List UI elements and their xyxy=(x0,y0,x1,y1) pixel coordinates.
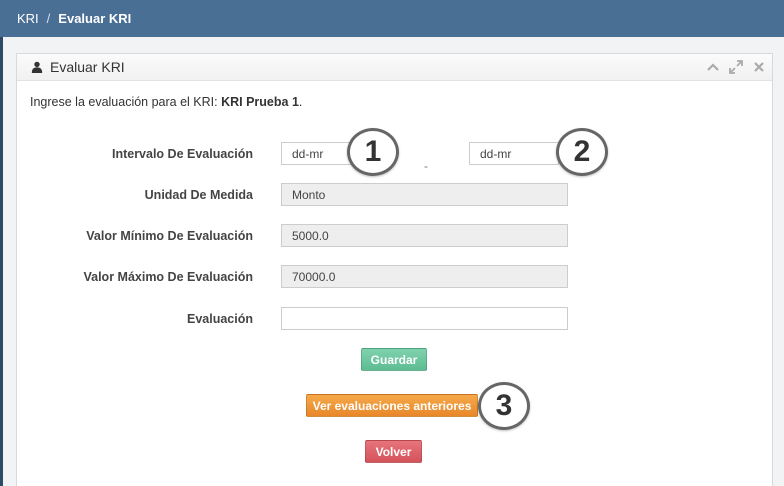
min-value-field xyxy=(281,224,568,247)
callout-badge-3: 3 xyxy=(478,382,530,430)
evaluation-label: Evaluación xyxy=(187,312,253,326)
interval-label: Intervalo De Evaluación xyxy=(111,147,253,161)
intro-suffix: . xyxy=(298,95,303,109)
callout-badge-1: 1 xyxy=(347,128,399,176)
chevron-up-icon[interactable] xyxy=(706,60,720,74)
interval-separator: - xyxy=(424,159,428,173)
page-content: Evaluar KRI Ingrese la evaluación para e… xyxy=(3,37,784,486)
user-icon xyxy=(31,61,43,73)
callout-badge-2: 2 xyxy=(556,128,608,176)
interval-end-input[interactable] xyxy=(469,142,559,165)
kri-name: KRI Prueba 1 xyxy=(221,95,299,109)
breadcrumb-current: Evaluar KRI xyxy=(58,11,132,26)
close-icon[interactable] xyxy=(752,60,766,74)
breadcrumb: KRI / Evaluar KRI xyxy=(0,0,784,37)
previous-evaluations-button[interactable]: Ver evaluaciones anteriores xyxy=(306,394,478,417)
save-button[interactable]: Guardar xyxy=(361,348,427,371)
evaluation-input[interactable] xyxy=(281,307,568,330)
max-label: Valor Máximo De Evaluación xyxy=(83,270,253,284)
panel-body: Ingrese la evaluación para el KRI: KRI P… xyxy=(17,81,772,486)
unit-field xyxy=(281,183,568,206)
max-value-field xyxy=(281,265,568,288)
expand-icon[interactable] xyxy=(729,60,743,74)
back-button[interactable]: Volver xyxy=(365,440,422,463)
evaluate-kri-panel: Evaluar KRI Ingrese la evaluación para e… xyxy=(16,53,773,486)
intro-text: Ingrese la evaluación para el KRI: KRI P… xyxy=(30,95,302,109)
min-label: Valor Mínimo De Evaluación xyxy=(86,229,253,243)
breadcrumb-root-link[interactable]: KRI xyxy=(17,11,39,26)
intro-prefix: Ingrese la evaluación para el KRI: xyxy=(30,95,222,109)
unit-label: Unidad De Medida xyxy=(144,188,253,202)
panel-header: Evaluar KRI xyxy=(17,54,772,81)
panel-title: Evaluar KRI xyxy=(50,59,125,75)
breadcrumb-separator: / xyxy=(46,11,51,26)
panel-tools xyxy=(706,60,766,74)
